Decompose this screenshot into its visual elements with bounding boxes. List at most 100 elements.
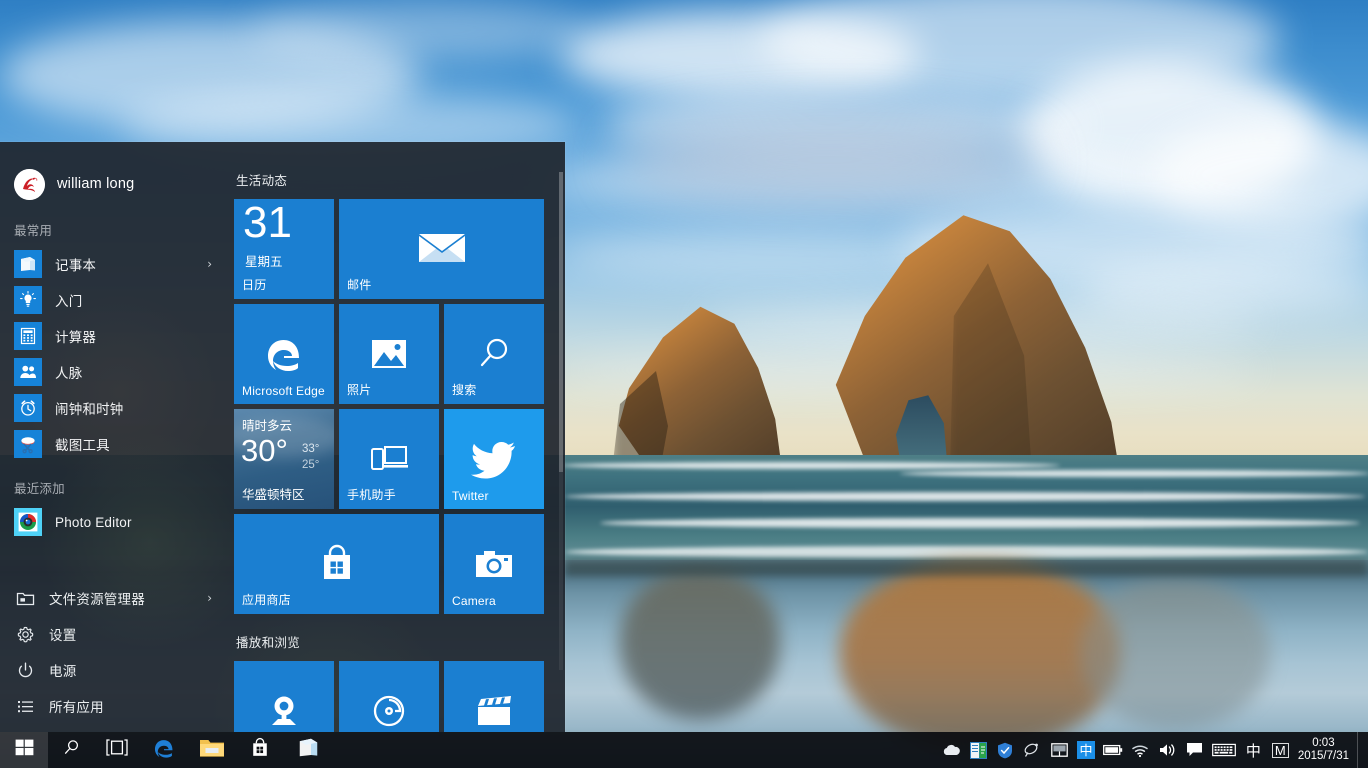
cloud	[620, 120, 1040, 200]
bottom-item-label: 所有应用	[49, 696, 104, 716]
tile-photos[interactable]: 照片	[339, 304, 439, 404]
surf-line	[560, 462, 1060, 469]
tile-groove-music[interactable]	[339, 661, 439, 732]
bottom-item-file-explorer[interactable]: 文件资源管理器 ›	[0, 580, 228, 616]
shore-line	[565, 560, 1368, 576]
satellite-dish-icon[interactable]	[1019, 732, 1046, 768]
tile-section-header-life-at-a-glance: 生活动态	[236, 170, 565, 189]
search-button[interactable]	[48, 732, 94, 768]
app-list-item-get-started[interactable]: 入门	[0, 282, 228, 318]
app-list-item-alarms-clock[interactable]: 闹钟和时钟	[0, 390, 228, 426]
chevron-right-icon[interactable]: ›	[207, 591, 212, 605]
tile-camera[interactable]: Camera	[444, 514, 544, 614]
tiles-scrollbar-thumb[interactable]	[559, 172, 563, 472]
taskbar-app-store[interactable]	[236, 732, 284, 768]
bottom-item-power[interactable]: 电源	[0, 652, 228, 688]
tile-microsoft-edge[interactable]: Microsoft Edge	[234, 304, 334, 404]
tile-label: 搜索	[452, 381, 476, 398]
tile-webcam[interactable]	[234, 661, 334, 732]
start-menu-tiles-area[interactable]: 生活动态 31 星期五 日历 邮件	[228, 142, 565, 732]
app-label: 入门	[55, 290, 82, 310]
bottom-item-label: 设置	[49, 624, 76, 644]
taskbar-app-edge[interactable]	[140, 732, 188, 768]
taskbar-app-notepad[interactable]	[284, 732, 332, 768]
tile-calendar[interactable]: 31 星期五 日历	[234, 199, 334, 299]
weather-high-temp: 33°	[302, 443, 319, 455]
webcam-projector-icon	[234, 661, 334, 732]
rock-reflection	[840, 562, 1120, 752]
movies-clapperboard-icon	[444, 661, 544, 732]
clock-date: 2015/7/31	[1298, 750, 1349, 763]
app-label: 截图工具	[55, 434, 110, 454]
rock-reflection	[1080, 580, 1270, 730]
surf-line	[565, 492, 1365, 501]
wifi-icon[interactable]	[1127, 732, 1154, 768]
gear-icon	[16, 625, 35, 644]
volume-icon[interactable]	[1154, 732, 1181, 768]
tile-label: 照片	[347, 381, 371, 398]
bottom-item-settings[interactable]: 设置	[0, 616, 228, 652]
weather-current-temp: 30°	[241, 435, 288, 466]
avatar	[14, 169, 45, 200]
task-view-button[interactable]	[94, 732, 140, 768]
svg-text:中: 中	[1080, 744, 1093, 759]
start-menu-left-column: william long 最常用 记事本 ›	[0, 142, 228, 732]
ime-mode-indicator[interactable]: M	[1267, 732, 1294, 768]
start-button[interactable]	[0, 732, 48, 768]
app-label: 闹钟和时钟	[55, 398, 124, 418]
tile-store[interactable]: 应用商店	[234, 514, 439, 614]
snipping-tool-icon	[14, 430, 42, 458]
app-list-item-photo-editor[interactable]: Photo Editor	[0, 504, 228, 540]
people-icon	[14, 358, 42, 386]
chevron-right-icon[interactable]: ›	[207, 257, 212, 271]
app-list-item-snipping-tool[interactable]: 截图工具	[0, 426, 228, 462]
weather-city: 华盛顿特区	[242, 484, 305, 503]
tile-group-life: 31 星期五 日历 邮件	[234, 199, 549, 614]
tile-weather[interactable]: 晴时多云 30° 33° 25° 华盛顿特区	[234, 409, 334, 509]
ime-mode-label: M	[1272, 743, 1289, 758]
tile-group-play	[234, 661, 549, 732]
ime-indicator-chinese[interactable]: 中	[1240, 732, 1267, 768]
tile-mail[interactable]: 邮件	[339, 199, 544, 299]
app-list-item-notepad[interactable]: 记事本 ›	[0, 246, 228, 282]
tile-movies-tv[interactable]	[444, 661, 544, 732]
bottom-item-label: 电源	[49, 660, 76, 680]
touchpad-icon[interactable]	[1046, 732, 1073, 768]
search-magnifier-icon	[62, 738, 81, 762]
ime-chinese-icon[interactable]: 中	[1073, 732, 1100, 768]
weather-condition: 晴时多云	[242, 415, 292, 434]
tile-label: Microsoft Edge	[242, 384, 325, 398]
taskbar-app-file-explorer[interactable]	[188, 732, 236, 768]
action-center-icon[interactable]	[1181, 732, 1208, 768]
tile-label: Twitter	[452, 489, 489, 503]
taskbar[interactable]: 中	[0, 732, 1368, 768]
app-list-item-calculator[interactable]: 计算器	[0, 318, 228, 354]
file-explorer-folder-icon	[199, 737, 225, 764]
app-list-item-people[interactable]: 人脉	[0, 354, 228, 390]
wechat-icon[interactable]	[965, 732, 992, 768]
battery-icon[interactable]	[1100, 732, 1127, 768]
bottom-item-label: 文件资源管理器	[49, 588, 145, 608]
security-shield-icon[interactable]	[992, 732, 1019, 768]
tile-label: Camera	[452, 594, 496, 608]
touch-keyboard-icon[interactable]	[1208, 732, 1240, 768]
task-view-icon	[106, 739, 128, 761]
tile-phone-companion[interactable]: 手机助手	[339, 409, 439, 509]
tile-label: 日历	[242, 276, 266, 293]
start-menu[interactable]: william long 最常用 记事本 ›	[0, 142, 565, 732]
bottom-item-all-apps[interactable]: 所有应用	[0, 688, 228, 724]
user-account-tile[interactable]: william long	[0, 164, 228, 204]
tile-label: 邮件	[347, 276, 371, 293]
calendar-day-number: 31	[243, 201, 292, 245]
show-desktop-button[interactable]	[1357, 732, 1364, 768]
app-label: 计算器	[55, 326, 96, 346]
windows-logo-icon	[15, 738, 34, 762]
onedrive-cloud-icon[interactable]	[938, 732, 965, 768]
tile-label: 手机助手	[347, 486, 396, 503]
tile-search[interactable]: 搜索	[444, 304, 544, 404]
group-header-most-used: 最常用	[0, 204, 228, 246]
clock[interactable]: 0:03 2015/7/31	[1294, 737, 1357, 763]
photo-editor-icon	[14, 508, 42, 536]
surf-line	[900, 470, 1368, 477]
tile-twitter[interactable]: Twitter	[444, 409, 544, 509]
